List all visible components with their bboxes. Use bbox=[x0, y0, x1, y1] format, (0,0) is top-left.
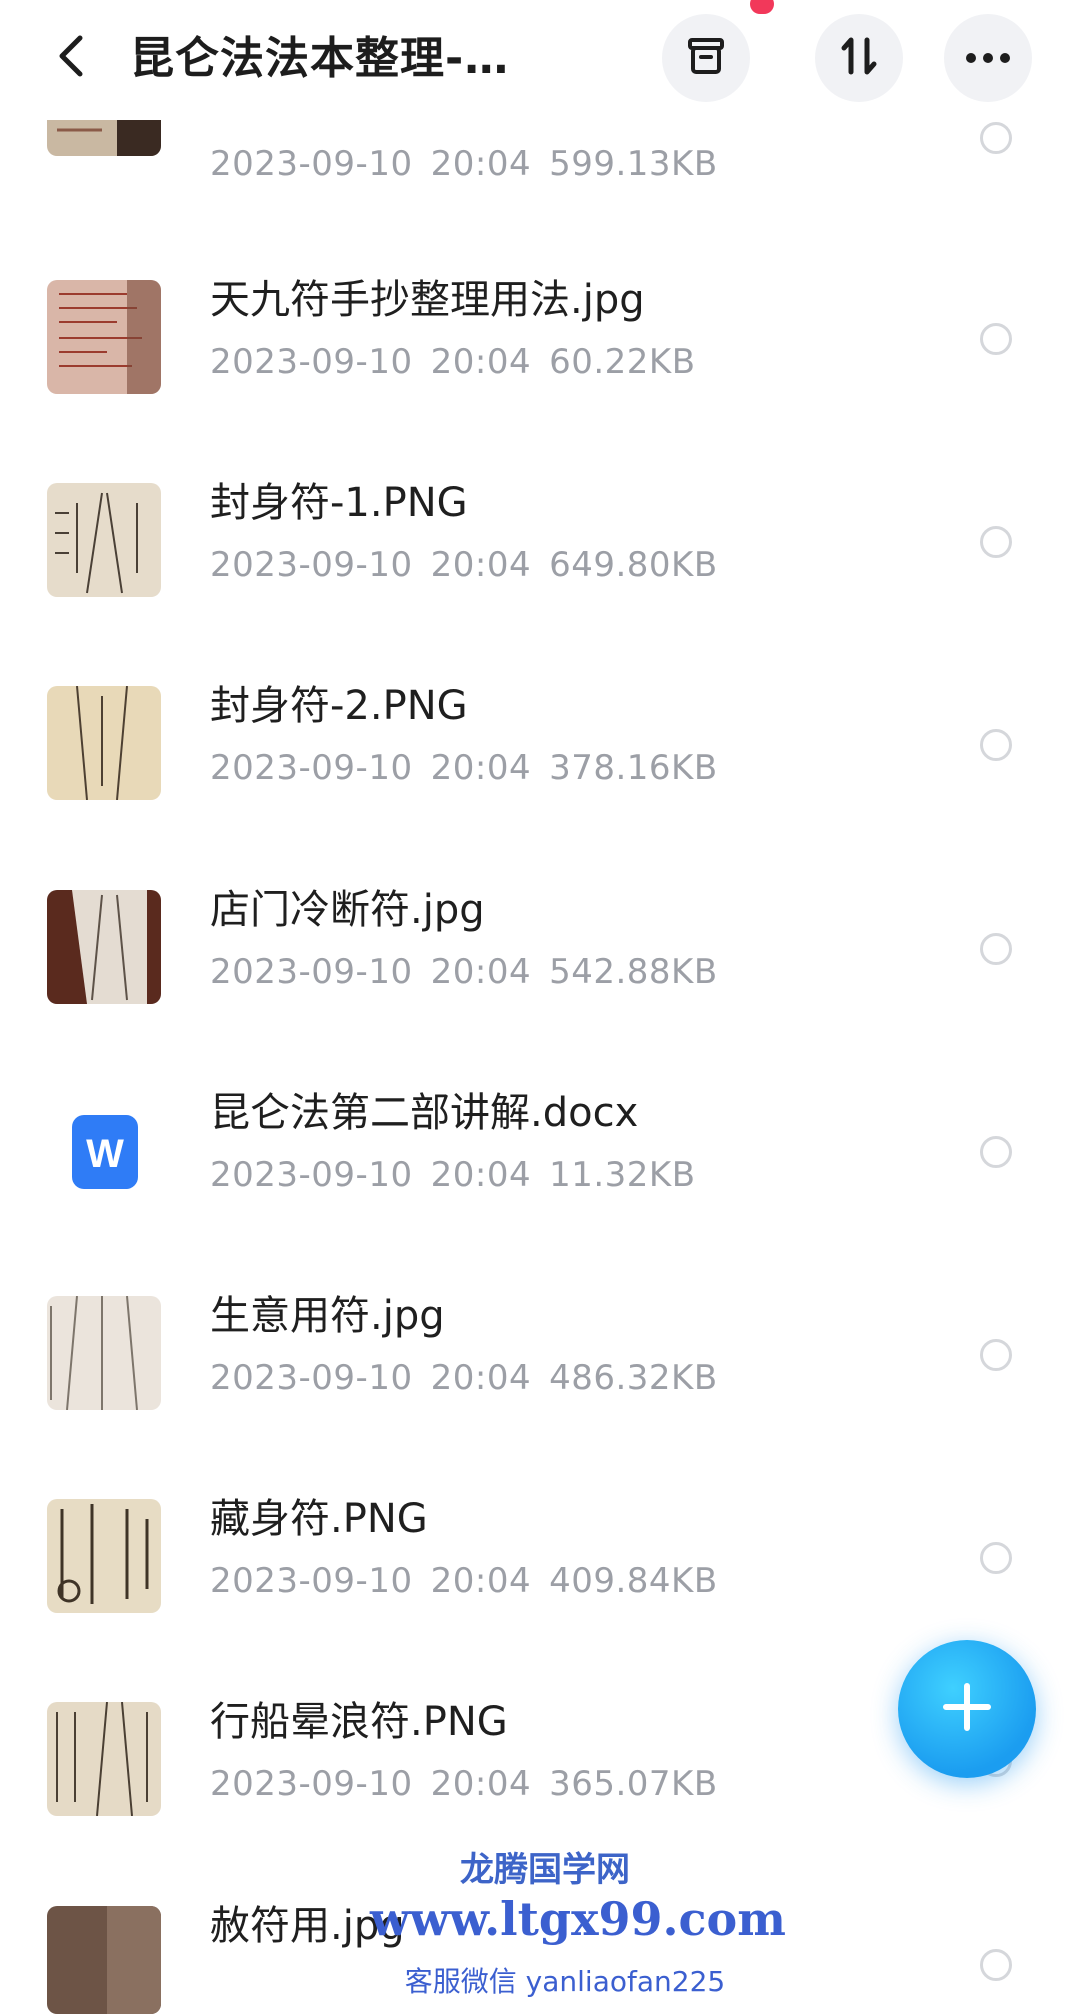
file-name: 行船晕浪符.PNG bbox=[210, 1699, 508, 1745]
file-date: 2023-09-10 bbox=[210, 1358, 413, 1398]
file-thumbnail bbox=[47, 1296, 161, 1410]
list-item[interactable]: 天九符手抄整理用法.jpg 2023-09-10 20:04 60.22KB bbox=[0, 238, 1080, 442]
top-bar: 昆仑法法本整理-… bbox=[0, 0, 1080, 120]
plus-icon bbox=[940, 1680, 994, 1738]
select-radio[interactable] bbox=[980, 729, 1012, 761]
page-title: 昆仑法法本整理-… bbox=[130, 33, 510, 84]
more-dots-icon bbox=[965, 49, 1011, 68]
file-name: 封身符-2.PNG bbox=[210, 683, 468, 729]
svg-text:W: W bbox=[86, 1132, 124, 1176]
file-size: 599.13KB bbox=[549, 144, 718, 184]
list-item[interactable]: 店门冷断符.jpg 2023-09-10 20:04 542.88KB bbox=[0, 848, 1080, 1052]
chevron-left-icon bbox=[54, 34, 90, 82]
docx-file-icon: W bbox=[47, 1093, 161, 1207]
file-size: 409.84KB bbox=[549, 1561, 718, 1601]
file-name: 店门冷断符.jpg bbox=[210, 887, 485, 933]
list-item[interactable]: 藏身符.PNG 2023-09-10 20:04 409.84KB bbox=[0, 1457, 1080, 1661]
file-time: 20:04 bbox=[430, 952, 532, 992]
file-size: 60.22KB bbox=[549, 342, 696, 382]
file-time: 20:04 bbox=[430, 342, 532, 382]
file-name: 天九符手抄整理用法.jpg bbox=[210, 277, 645, 323]
add-fab-button[interactable] bbox=[898, 1640, 1036, 1778]
file-size: 11.32KB bbox=[549, 1155, 696, 1195]
file-meta: 2023-09-10 20:04 60.22KB bbox=[210, 338, 714, 386]
select-radio[interactable] bbox=[980, 526, 1012, 558]
file-name: 封身符-1.PNG bbox=[210, 480, 468, 526]
file-date: 2023-09-10 bbox=[210, 952, 413, 992]
file-date: 2023-09-10 bbox=[210, 748, 413, 788]
archive-button[interactable] bbox=[662, 14, 750, 102]
file-name: 昆仑法第二部讲解.docx bbox=[210, 1090, 639, 1136]
file-size: 649.80KB bbox=[549, 545, 718, 585]
select-radio[interactable] bbox=[980, 933, 1012, 965]
file-meta: 2023-09-10 20:04 599.13KB bbox=[210, 140, 736, 188]
list-item[interactable]: 封身符-1.PNG 2023-09-10 20:04 649.80KB bbox=[0, 441, 1080, 645]
select-radio[interactable] bbox=[980, 122, 1012, 154]
file-thumbnail bbox=[47, 483, 161, 597]
file-size: 365.07KB bbox=[549, 1764, 718, 1804]
file-name: 生意用符.jpg bbox=[210, 1293, 445, 1339]
file-date: 2023-09-10 bbox=[210, 1561, 413, 1601]
watermark-title: 龙腾国学网 bbox=[460, 1850, 630, 1890]
file-time: 20:04 bbox=[430, 1764, 532, 1804]
file-meta: 2023-09-10 20:04 649.80KB bbox=[210, 541, 736, 589]
file-size: 378.16KB bbox=[549, 748, 718, 788]
file-thumbnail bbox=[47, 686, 161, 800]
file-thumbnail bbox=[47, 890, 161, 1004]
file-thumbnail bbox=[47, 1906, 161, 2014]
file-thumbnail bbox=[47, 1702, 161, 1816]
select-radio[interactable] bbox=[980, 1949, 1012, 1981]
file-thumbnail bbox=[47, 1499, 161, 1613]
file-time: 20:04 bbox=[430, 1155, 532, 1195]
archive-box-icon bbox=[685, 35, 727, 81]
file-time: 20:04 bbox=[430, 545, 532, 585]
file-meta: 2023-09-10 20:04 409.84KB bbox=[210, 1557, 736, 1605]
file-date: 2023-09-10 bbox=[210, 342, 413, 382]
list-item[interactable]: 封身符-2.PNG 2023-09-10 20:04 378.16KB bbox=[0, 644, 1080, 848]
back-button[interactable] bbox=[44, 22, 100, 94]
select-radio[interactable] bbox=[980, 1136, 1012, 1168]
file-meta: 2023-09-10 20:04 378.16KB bbox=[210, 744, 736, 792]
file-name: 藏身符.PNG bbox=[210, 1496, 428, 1542]
watermark-contact: 客服微信 yanliaofan225 bbox=[404, 1965, 726, 1998]
file-time: 20:04 bbox=[430, 144, 532, 184]
file-date: 2023-09-10 bbox=[210, 1155, 413, 1195]
file-size: 486.32KB bbox=[549, 1358, 718, 1398]
file-time: 20:04 bbox=[430, 748, 532, 788]
notification-dot bbox=[750, 0, 774, 14]
sort-button[interactable] bbox=[815, 14, 903, 102]
file-meta: 2023-09-10 20:04 486.32KB bbox=[210, 1354, 736, 1402]
file-thumbnail bbox=[47, 280, 161, 394]
file-meta bbox=[210, 1964, 264, 2012]
file-meta: 2023-09-10 20:04 11.32KB bbox=[210, 1151, 714, 1199]
file-meta: 2023-09-10 20:04 365.07KB bbox=[210, 1760, 736, 1808]
more-options-button[interactable] bbox=[944, 14, 1032, 102]
select-radio[interactable] bbox=[980, 1542, 1012, 1574]
list-item[interactable]: W 昆仑法第二部讲解.docx 2023-09-10 20:04 11.32KB bbox=[0, 1051, 1080, 1255]
file-date: 2023-09-10 bbox=[210, 144, 413, 184]
file-date: 2023-09-10 bbox=[210, 1764, 413, 1804]
select-radio[interactable] bbox=[980, 1339, 1012, 1371]
file-date: 2023-09-10 bbox=[210, 545, 413, 585]
sort-arrows-icon bbox=[837, 34, 881, 82]
file-time: 20:04 bbox=[430, 1358, 532, 1398]
file-size: 542.88KB bbox=[549, 952, 718, 992]
file-meta: 2023-09-10 20:04 542.88KB bbox=[210, 948, 736, 996]
select-radio[interactable] bbox=[980, 323, 1012, 355]
list-item[interactable]: 生意用符.jpg 2023-09-10 20:04 486.32KB bbox=[0, 1254, 1080, 1458]
file-time: 20:04 bbox=[430, 1561, 532, 1601]
watermark-url: www.ltgx99.com bbox=[370, 1892, 786, 1946]
